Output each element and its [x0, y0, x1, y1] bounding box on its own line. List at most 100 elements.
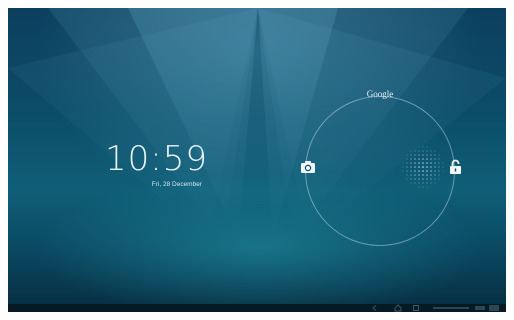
- handle-dot: [434, 166, 436, 168]
- handle-dot: [410, 162, 412, 164]
- handle-dot: [410, 154, 412, 156]
- handle-dot: [434, 150, 436, 152]
- handle-dot: [426, 174, 428, 176]
- status-icons: [433, 305, 499, 311]
- camera-icon[interactable]: [300, 160, 316, 174]
- handle-dot: [410, 182, 412, 184]
- handle-dot: [406, 162, 408, 164]
- handle-dot: [422, 162, 424, 164]
- handle-dot: [438, 158, 440, 160]
- google-search-target[interactable]: Google: [355, 89, 405, 100]
- handle-dot: [414, 166, 416, 168]
- handle-dot: [434, 158, 436, 160]
- handle-dot: [434, 154, 436, 156]
- handle-dot: [430, 166, 432, 168]
- handle-dot: [418, 186, 420, 188]
- handle-dot: [414, 158, 416, 160]
- recent-apps-icon[interactable]: [412, 304, 420, 312]
- handle-dot: [426, 150, 428, 152]
- handle-dot: [406, 174, 408, 176]
- lock-screen: 10:59 Fri, 28 December Google: [8, 8, 506, 312]
- handle-dot: [418, 162, 420, 164]
- handle-dot: [410, 150, 412, 152]
- handle-dot: [434, 182, 436, 184]
- handle-dot: [422, 150, 424, 152]
- home-icon[interactable]: [394, 304, 402, 312]
- handle-dot: [406, 170, 408, 172]
- handle-dot: [418, 178, 420, 180]
- handle-dot: [418, 170, 420, 172]
- handle-dot: [414, 178, 416, 180]
- handle-dot: [426, 178, 428, 180]
- handle-dot: [406, 166, 408, 168]
- handle-dot: [430, 182, 432, 184]
- handle-dot: [414, 150, 416, 152]
- handle-dot: [418, 182, 420, 184]
- handle-dot: [438, 154, 440, 156]
- clock-time: 10:59: [105, 139, 208, 179]
- handle-dot: [438, 178, 440, 180]
- dot-grid-handle[interactable]: [400, 144, 446, 190]
- handle-dot: [410, 158, 412, 160]
- handle-dot: [422, 174, 424, 176]
- handle-dot: [426, 170, 428, 172]
- handle-dot: [410, 170, 412, 172]
- handle-dot: [438, 174, 440, 176]
- handle-dot: [418, 146, 420, 148]
- handle-dot: [426, 158, 428, 160]
- handle-dot: [426, 162, 428, 164]
- handle-dot: [422, 166, 424, 168]
- handle-dot: [426, 186, 428, 188]
- handle-dot: [410, 166, 412, 168]
- handle-dot: [418, 166, 420, 168]
- back-icon[interactable]: [372, 304, 380, 312]
- handle-dot: [402, 170, 404, 172]
- handle-dot: [414, 174, 416, 176]
- handle-dot: [426, 154, 428, 156]
- handle-dot: [442, 166, 444, 168]
- handle-dot: [442, 170, 444, 172]
- handle-dot: [422, 170, 424, 172]
- handle-dot: [434, 162, 436, 164]
- handle-dot: [402, 166, 404, 168]
- handle-dot: [430, 158, 432, 160]
- handle-dot: [410, 174, 412, 176]
- handle-dot: [434, 174, 436, 176]
- handle-dot: [430, 150, 432, 152]
- handle-dot: [430, 162, 432, 164]
- handle-dot: [430, 170, 432, 172]
- handle-dot: [418, 158, 420, 160]
- handle-dot: [406, 178, 408, 180]
- handle-dot: [402, 162, 404, 164]
- handle-dot: [406, 158, 408, 160]
- handle-dot: [426, 182, 428, 184]
- handle-dot: [430, 174, 432, 176]
- handle-dot: [414, 162, 416, 164]
- unlock-icon[interactable]: [449, 159, 462, 175]
- handle-dot: [422, 158, 424, 160]
- handle-dot: [422, 186, 424, 188]
- handle-dot: [414, 170, 416, 172]
- handle-dot: [422, 154, 424, 156]
- handle-dot: [438, 166, 440, 168]
- handle-dot: [418, 174, 420, 176]
- handle-dot: [422, 178, 424, 180]
- handle-dot: [426, 146, 428, 148]
- handle-dot: [406, 154, 408, 156]
- handle-dot: [418, 150, 420, 152]
- system-nav-bar: [8, 304, 506, 312]
- handle-dot: [438, 170, 440, 172]
- handle-dot: [430, 178, 432, 180]
- handle-dot: [426, 166, 428, 168]
- handle-dot: [430, 154, 432, 156]
- handle-dot: [438, 162, 440, 164]
- clock-date: Fri, 28 December: [151, 181, 202, 188]
- handle-dot: [434, 170, 436, 172]
- handle-dot: [410, 178, 412, 180]
- handle-dot: [442, 162, 444, 164]
- handle-dot: [422, 146, 424, 148]
- handle-dot: [414, 182, 416, 184]
- handle-dot: [422, 182, 424, 184]
- handle-dot: [418, 154, 420, 156]
- handle-dot: [434, 178, 436, 180]
